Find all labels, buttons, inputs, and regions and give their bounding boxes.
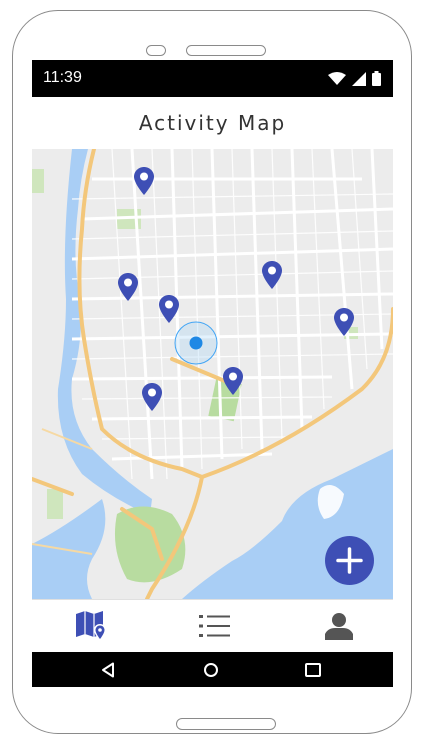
hardware-home-button[interactable] bbox=[176, 718, 276, 730]
home-button[interactable] bbox=[200, 659, 222, 681]
back-icon bbox=[102, 662, 114, 678]
activity-pin-icon[interactable] bbox=[159, 295, 179, 323]
status-bar: 11:39 bbox=[32, 60, 393, 97]
activity-pin-icon[interactable] bbox=[262, 261, 282, 289]
app-bar: Activity Map bbox=[32, 97, 393, 150]
recents-button[interactable] bbox=[302, 659, 324, 681]
list-icon bbox=[199, 615, 230, 637]
add-activity-button[interactable] bbox=[325, 536, 374, 585]
activity-pin-icon[interactable] bbox=[118, 273, 138, 301]
back-button[interactable] bbox=[97, 659, 119, 681]
battery-icon bbox=[372, 71, 381, 86]
recents-icon bbox=[305, 663, 321, 677]
map-icon bbox=[76, 611, 106, 641]
status-time: 11:39 bbox=[43, 69, 82, 86]
current-location-icon bbox=[174, 321, 218, 365]
tab-profile[interactable] bbox=[319, 608, 359, 644]
tab-map[interactable] bbox=[72, 608, 112, 644]
tab-list[interactable] bbox=[195, 608, 235, 644]
activity-pin-icon[interactable] bbox=[223, 367, 243, 395]
earpiece-speaker bbox=[186, 45, 266, 56]
screen: 11:39 Activity Map bbox=[32, 60, 393, 687]
page-title: Activity Map bbox=[138, 111, 287, 135]
activity-pin-icon[interactable] bbox=[142, 383, 162, 411]
wifi-icon bbox=[328, 71, 346, 85]
activity-pin-icon[interactable] bbox=[134, 167, 154, 195]
profile-icon bbox=[325, 613, 353, 640]
map-tiles bbox=[32, 149, 393, 599]
system-navigation-bar bbox=[32, 652, 393, 687]
front-camera bbox=[146, 45, 166, 56]
activity-pin-icon[interactable] bbox=[334, 308, 354, 336]
bottom-navigation bbox=[32, 599, 393, 653]
map-view[interactable] bbox=[32, 149, 393, 599]
signal-icon bbox=[352, 71, 366, 86]
home-icon bbox=[204, 663, 218, 677]
plus-icon bbox=[336, 547, 363, 574]
